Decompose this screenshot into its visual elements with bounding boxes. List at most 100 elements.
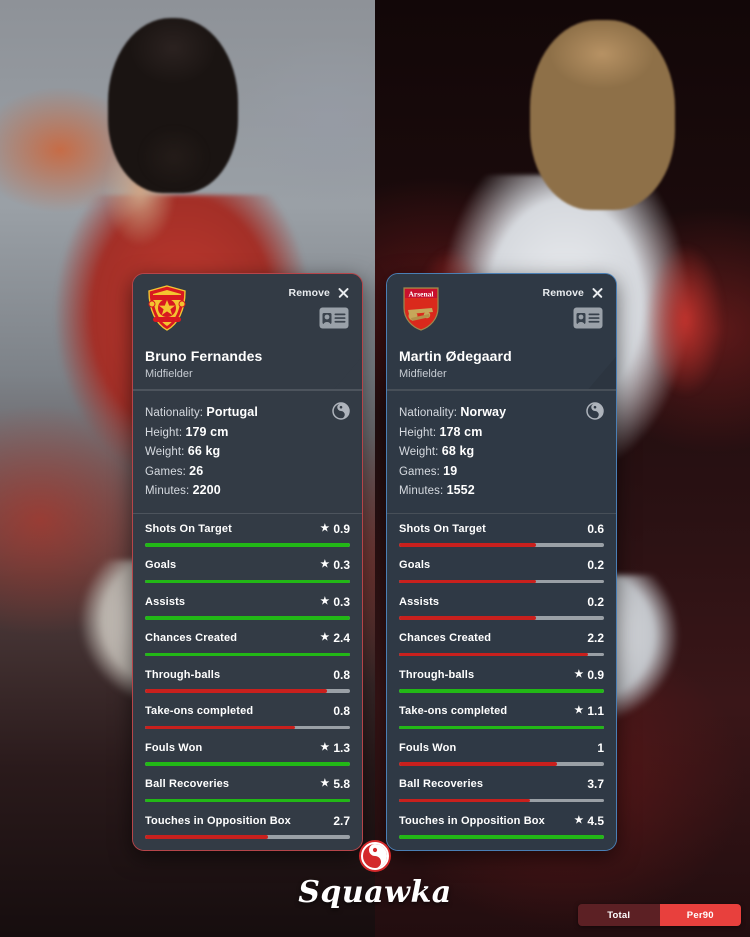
stat-value: ★ 0.9 [574, 668, 604, 682]
stat-row: Goals ★ 0.3 [133, 551, 362, 583]
stat-number: 2.4 [333, 631, 350, 645]
player-bio-right: Nationality: Norway Height: 178 cm Weigh… [387, 390, 616, 513]
stat-row: Ball Recoveries 3.7 [387, 770, 616, 802]
stat-value: ★ 5.8 [320, 777, 350, 791]
stat-value: 2.2 [587, 631, 604, 645]
stat-row: Chances Created 2.2 [387, 624, 616, 656]
mode-toggle[interactable]: Total Per90 [578, 904, 741, 926]
bio-label: Games: [399, 465, 440, 478]
bio-value: 2200 [192, 483, 221, 497]
player-name: Martin Ødegaard [399, 348, 512, 364]
card-header-left: Remove Bruno Fernandes Midfielder [133, 274, 362, 389]
player-id-card-icon[interactable] [319, 307, 349, 329]
stat-number: 4.5 [587, 813, 604, 828]
bio-value: 1552 [446, 483, 475, 497]
close-icon[interactable] [337, 286, 350, 299]
stat-bar-track [145, 652, 350, 656]
remove-label: Remove [542, 286, 584, 299]
svg-text:Arsenal: Arsenal [409, 290, 434, 299]
stat-label: Ball Recoveries [145, 778, 230, 790]
stat-line: Shots On Target ★ 0.9 [145, 514, 350, 543]
stat-bar-fill [399, 689, 604, 693]
stat-label: Fouls Won [145, 741, 203, 754]
stat-label: Goals [145, 559, 177, 571]
bio-row: Minutes: 1552 [399, 483, 604, 497]
player-card-right[interactable]: Arsenal Remove Martin Ødegaard Midfielde… [386, 273, 617, 851]
bio-row: Height: 178 cm [399, 425, 604, 439]
stat-row: Touches in Opposition Box 2.7 [133, 806, 362, 839]
stat-list-right: Shots On Target 0.6 Goals 0.2 Assists 0.2 Chan… [387, 514, 616, 850]
stat-value: 0.2 [587, 558, 604, 572]
stat-line: Assists ★ 0.3 [145, 587, 350, 616]
bio-label: Minutes: [399, 485, 444, 497]
stat-row: Goals 0.2 [387, 551, 616, 583]
bio-label: Nationality: [399, 407, 458, 419]
squawka-yin-yang-icon [332, 401, 350, 420]
player-card-left[interactable]: Remove Bruno Fernandes Midfielder Nation… [132, 273, 363, 851]
stat-number: 0.3 [333, 594, 350, 609]
stat-bar-fill [145, 616, 350, 620]
stat-line: Shots On Target 0.6 [399, 514, 604, 543]
bio-row: Minutes: 2200 [145, 483, 350, 497]
stat-label: Through-balls [145, 668, 221, 681]
stat-bar-track [399, 762, 604, 766]
remove-button-right[interactable]: Remove [543, 286, 604, 299]
stat-row: Touches in Opposition Box ★ 4.5 [387, 806, 616, 839]
stat-label: Shots On Target [399, 522, 486, 535]
stat-row: Through-balls ★ 0.9 [387, 660, 616, 693]
stat-number: 1 [597, 740, 604, 755]
stat-bar-track [145, 835, 350, 839]
bio-value: 19 [443, 463, 458, 478]
stat-value: 0.8 [333, 668, 350, 682]
toggle-total-button[interactable]: Total [578, 904, 660, 926]
bio-row: Games: 19 [399, 464, 604, 478]
stat-row: Shots On Target ★ 0.9 [133, 514, 362, 547]
stat-value: 2.7 [333, 814, 350, 828]
stat-number: 2.2 [587, 631, 604, 645]
stat-row: Shots On Target 0.6 [387, 514, 616, 547]
stat-number: 0.2 [587, 558, 604, 572]
bio-label: Weight: [399, 446, 439, 458]
stat-bar-fill [145, 689, 328, 693]
manchester-united-crest-icon [145, 284, 189, 332]
bio-label: Height: [145, 426, 183, 439]
stat-bar-track [399, 652, 604, 656]
stat-bar-track [145, 798, 350, 802]
stat-value: 3.7 [587, 777, 604, 791]
stat-label: Touches in Opposition Box [145, 814, 291, 827]
stat-line: Chances Created 2.2 [399, 624, 604, 653]
stat-number: 0.2 [587, 594, 604, 609]
stat-bar-fill [145, 725, 295, 729]
left-player-beard [130, 118, 218, 196]
stat-label: Ball Recoveries [399, 778, 484, 790]
bio-row: Weight: 66 kg [145, 444, 350, 458]
stat-bar-fill [145, 543, 350, 547]
stat-bar-track [145, 616, 350, 620]
stat-value: 1 [597, 741, 604, 755]
stat-label: Chances Created [399, 632, 492, 644]
toggle-per90-button[interactable]: Per90 [659, 904, 741, 926]
bio-value: 179 cm [185, 424, 229, 439]
stat-number: 2.7 [333, 813, 350, 828]
close-icon[interactable] [591, 286, 604, 299]
bio-value: 178 cm [439, 424, 483, 439]
winner-star-icon: ★ [574, 705, 584, 716]
stat-line: Touches in Opposition Box ★ 4.5 [399, 806, 604, 835]
bio-label: Height: [399, 426, 437, 439]
bio-label: Games: [145, 465, 186, 478]
stat-value: ★ 0.9 [320, 522, 350, 536]
stat-bar-fill [145, 798, 350, 802]
stat-line: Ball Recoveries 3.7 [399, 770, 604, 799]
remove-label: Remove [288, 286, 330, 299]
stat-line: Chances Created ★ 2.4 [145, 624, 350, 653]
stat-label: Assists [145, 595, 186, 608]
right-player-head [530, 20, 675, 210]
stat-bar-track [399, 616, 604, 620]
stat-line: Assists 0.2 [399, 587, 604, 616]
bio-row: Height: 179 cm [145, 425, 350, 439]
squawka-wordmark: Squawka [298, 875, 452, 910]
stat-line: Fouls Won 1 [399, 733, 604, 762]
stat-number: 0.9 [333, 521, 350, 536]
remove-button-left[interactable]: Remove [289, 286, 350, 299]
player-id-card-icon[interactable] [573, 307, 603, 329]
